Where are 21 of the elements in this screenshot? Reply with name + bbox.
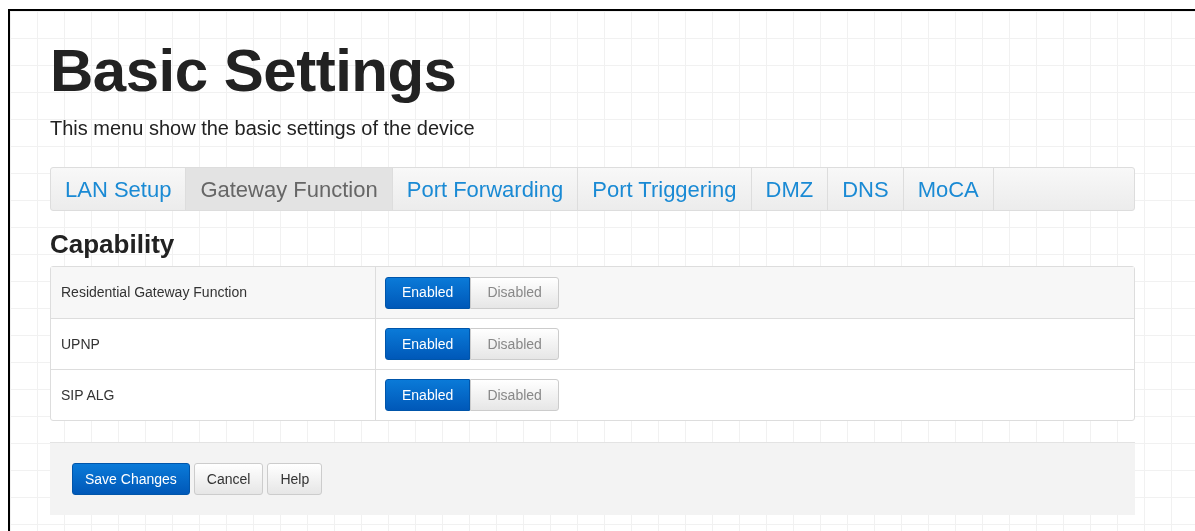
toggle-option[interactable]: Disabled (470, 379, 559, 411)
tab[interactable]: Port Forwarding (392, 168, 579, 210)
toggle-option[interactable]: Enabled (385, 276, 471, 309)
action-button[interactable]: Help (267, 463, 323, 495)
toggle-option[interactable]: Disabled (470, 276, 559, 309)
section-title: Capability (50, 228, 176, 261)
save-button[interactable]: Save Changes (72, 463, 190, 495)
setting-label: SIP ALG (51, 370, 376, 420)
tab[interactable]: MoCA (903, 168, 994, 210)
toggle-option[interactable]: Enabled (385, 379, 471, 411)
setting-label: Residential Gateway Function (51, 267, 376, 318)
tab[interactable]: DMZ (751, 168, 829, 210)
setting-label: UPNP (51, 319, 376, 369)
toggle-option[interactable]: Disabled (470, 328, 559, 360)
tab[interactable]: DNS (828, 168, 904, 210)
tab[interactable]: Port Triggering (578, 168, 752, 210)
toggle-option[interactable]: Enabled (385, 328, 471, 360)
action-button[interactable]: Cancel (193, 463, 264, 495)
page-title: Basic Settings (50, 41, 458, 101)
page-subtitle: This menu show the basic settings of the device (50, 116, 476, 141)
tab[interactable]: Gateway Function (186, 168, 393, 210)
